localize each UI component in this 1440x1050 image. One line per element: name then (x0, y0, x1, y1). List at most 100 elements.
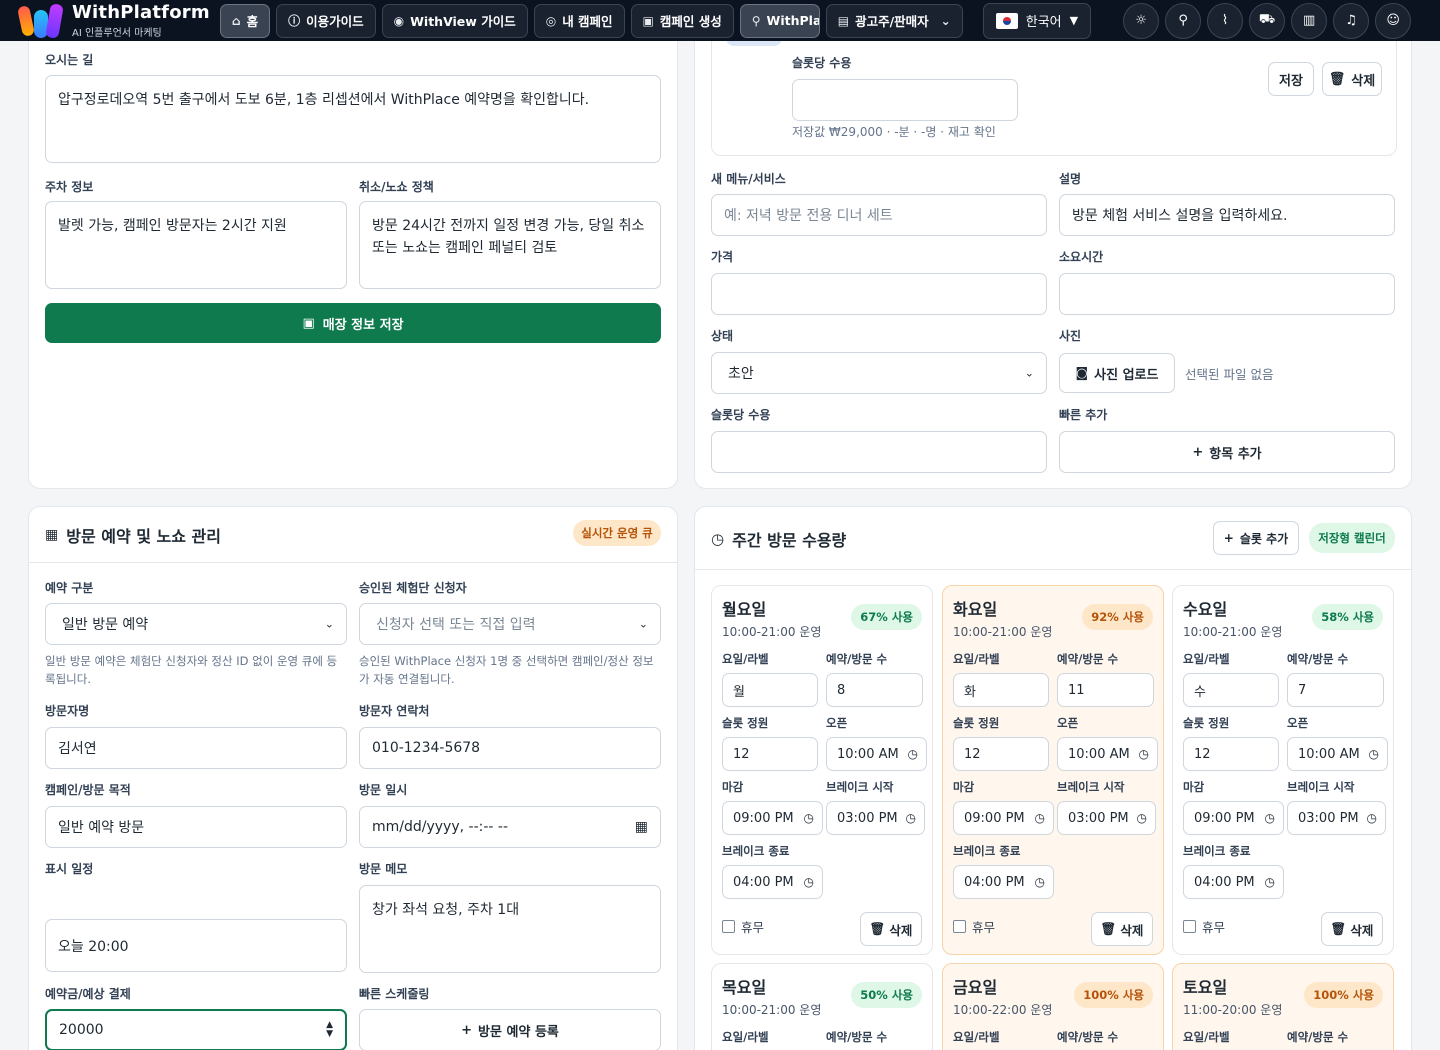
break-end-input[interactable]: 04:00 PM ◷ (953, 865, 1054, 899)
activity-button[interactable]: ⌇ (1207, 2, 1244, 39)
deposit-input[interactable]: 20000 ▲ ▼ (45, 1009, 347, 1050)
theme-toggle-button[interactable]: ☼ (1123, 2, 1160, 39)
add-slot-button[interactable]: + 슬롯 추가 (1213, 521, 1299, 555)
nav-home[interactable]: ⌂ 홈 (220, 3, 271, 38)
description-input[interactable]: 방문 체험 서비스 설명을 입력하세요. (1059, 194, 1395, 236)
delete-day-button[interactable]: 🗑 삭제 (1091, 912, 1153, 946)
booking-type-select[interactable]: 일반 방문 예약 ⌄ (45, 603, 347, 645)
sun-icon: ☼ (1135, 13, 1147, 28)
holiday-checkbox[interactable]: 휴무 (953, 917, 995, 936)
day-label-input[interactable]: 화 (953, 673, 1049, 707)
display-schedule-input[interactable]: 오늘 20:00 (45, 919, 347, 972)
open-time-input[interactable]: 10:00 AM ◷ (826, 737, 927, 771)
close-time-input[interactable]: 09:00 PM ◷ (1183, 801, 1284, 835)
nav-guide[interactable]: ⓘ 이용가이드 (276, 3, 376, 38)
visits-input[interactable]: 8 (826, 673, 923, 707)
profile-button[interactable]: ☺ (1375, 2, 1412, 39)
day-name: 목요일 (722, 978, 767, 997)
break-end-input[interactable]: 04:00 PM ◷ (1183, 865, 1284, 899)
search-button[interactable]: ⚲ (1165, 2, 1202, 39)
visits-input[interactable]: 11 (1057, 673, 1154, 707)
clock-icon[interactable]: ◷ (1035, 811, 1045, 825)
cancel-policy-textarea[interactable]: 방문 24시간 전까지 일정 변경 가능, 당일 취소 또는 노쇼는 캠페인 페… (359, 201, 661, 289)
close-time-input[interactable]: 09:00 PM ◷ (953, 801, 1054, 835)
checkbox-box[interactable] (953, 920, 966, 933)
gift-icon: ▣ (642, 13, 654, 28)
nav-withplace[interactable]: ⚲ WithPla (739, 3, 820, 38)
duration-input[interactable] (1059, 273, 1395, 315)
break-start-input[interactable]: 03:00 PM ◷ (1287, 801, 1386, 835)
brand[interactable]: WithPlatform AI 인플루언서 마케팅 (17, 2, 214, 40)
add-item-button[interactable]: + 항목 추가 (1059, 431, 1395, 473)
clock-icon[interactable]: ◷ (1137, 811, 1147, 825)
delete-day-button[interactable]: 🗑 삭제 (1321, 912, 1383, 946)
purpose-input[interactable]: 일반 예약 방문 (45, 806, 347, 848)
holiday-checkbox[interactable]: 휴무 (722, 917, 764, 936)
capacity-input[interactable]: 12 (1183, 737, 1279, 771)
nav-advertiser-menu[interactable]: ▤ 광고주/판매자 ⌄ (825, 3, 963, 38)
datetime-input[interactable]: mm/dd/yyyy, --:-- -- ▦ (359, 806, 661, 848)
checkbox-box[interactable] (1183, 920, 1196, 933)
new-menu-input[interactable]: 예: 저녁 방문 전용 디너 세트 (711, 194, 1047, 236)
applicant-select[interactable]: 신청자 선택 또는 직접 입력 ⌄ (359, 603, 661, 645)
slot-capacity-input[interactable] (792, 79, 1018, 121)
visits-input[interactable]: 7 (1287, 673, 1384, 707)
status-select[interactable]: 초안 ⌄ (711, 352, 1047, 394)
open-time-input[interactable]: 10:00 AM ◷ (1287, 737, 1388, 771)
clock-icon[interactable]: ◷ (1139, 747, 1149, 761)
clock-icon[interactable]: ◷ (1367, 811, 1377, 825)
parking-textarea[interactable]: 발렛 가능, 캠페인 방문자는 2시간 지원 (45, 201, 347, 289)
day-card-wednesday: 수요일 10:00-21:00 운영 58% 사용 요일/라벨 예약/방문 수 … (1172, 585, 1394, 955)
capacity-input[interactable]: 12 (722, 737, 818, 771)
parking-label: 주차 정보 (45, 180, 94, 194)
day-name: 토요일 (1183, 978, 1228, 997)
close-label: 마감 (953, 780, 975, 794)
capacity-input[interactable]: 12 (953, 737, 1049, 771)
number-stepper-icon[interactable]: ▲ ▼ (326, 1021, 333, 1039)
checkbox-box[interactable] (722, 920, 735, 933)
calendar-picker-icon[interactable]: ▦ (635, 819, 648, 835)
visitor-name-input[interactable]: 김서연 (45, 727, 347, 769)
clock-icon[interactable]: ◷ (908, 747, 918, 761)
day-label-input[interactable]: 수 (1183, 673, 1279, 707)
open-time-input[interactable]: 10:00 AM ◷ (1057, 737, 1158, 771)
clock-icon[interactable]: ◷ (1035, 875, 1045, 889)
clock-icon[interactable]: ◷ (1265, 811, 1275, 825)
price-input[interactable] (711, 273, 1047, 315)
clock-icon[interactable]: ◷ (1265, 875, 1275, 889)
day-card-monday: 월요일 10:00-21:00 운영 67% 사용 요일/라벨 예약/방문 수 … (711, 585, 933, 955)
nav-my-campaigns[interactable]: ◎ 내 캠페인 (533, 3, 625, 38)
clock-icon[interactable]: ◷ (1369, 747, 1379, 761)
clock-icon[interactable]: ◷ (804, 811, 814, 825)
clock-icon: ◷ (711, 530, 725, 548)
visitor-phone-input[interactable]: 010-1234-5678 (359, 727, 661, 769)
break-end-input[interactable]: 04:00 PM ◷ (722, 865, 823, 899)
map-button[interactable]: ▥ (1291, 2, 1328, 39)
nav-withview-guide[interactable]: ◉ WithView 가이드 (381, 3, 528, 38)
memo-textarea[interactable]: 창가 좌석 요청, 주차 1대 (359, 885, 661, 973)
close-time-input[interactable]: 09:00 PM ◷ (722, 801, 823, 835)
notifications-button[interactable]: ♫ (1333, 2, 1370, 39)
duration-label: 소요시간 (1059, 250, 1104, 264)
photo-upload-button[interactable]: ◙ 사진 업로드 (1059, 353, 1175, 393)
break-start-input[interactable]: 03:00 PM ◷ (826, 801, 925, 835)
directions-textarea[interactable]: 압구정로데오역 5번 출구에서 도보 6분, 1층 리셉션에서 WithPlac… (45, 75, 661, 163)
register-booking-button[interactable]: + 방문 예약 등록 (359, 1009, 661, 1050)
slot-cap-input-2[interactable] (711, 431, 1047, 473)
holiday-checkbox[interactable]: 휴무 (1183, 917, 1225, 936)
delete-day-button[interactable]: 🗑 삭제 (860, 912, 922, 946)
save-store-info-button[interactable]: ▣ 매장 정보 저장 (45, 303, 661, 343)
break-start-input[interactable]: 03:00 PM ◷ (1057, 801, 1156, 835)
bell-icon: ♫ (1345, 13, 1357, 28)
menu-delete-button[interactable]: 🗑 삭제 (1322, 62, 1382, 96)
cart-button[interactable]: ⛟ (1249, 2, 1286, 39)
trash-icon: 🗑 (869, 921, 886, 936)
clock-icon[interactable]: ◷ (906, 811, 916, 825)
day-label-input[interactable]: 월 (722, 673, 818, 707)
visits-label: 예약/방문 수 (1057, 652, 1119, 666)
nav-create-campaign[interactable]: ▣ 캠페인 생성 (630, 3, 734, 38)
language-select[interactable]: 한국어 ▼ (982, 2, 1092, 39)
menu-save-button[interactable]: 저장 (1268, 62, 1314, 96)
clock-icon[interactable]: ◷ (804, 875, 814, 889)
activity-icon: ⌇ (1221, 13, 1229, 28)
